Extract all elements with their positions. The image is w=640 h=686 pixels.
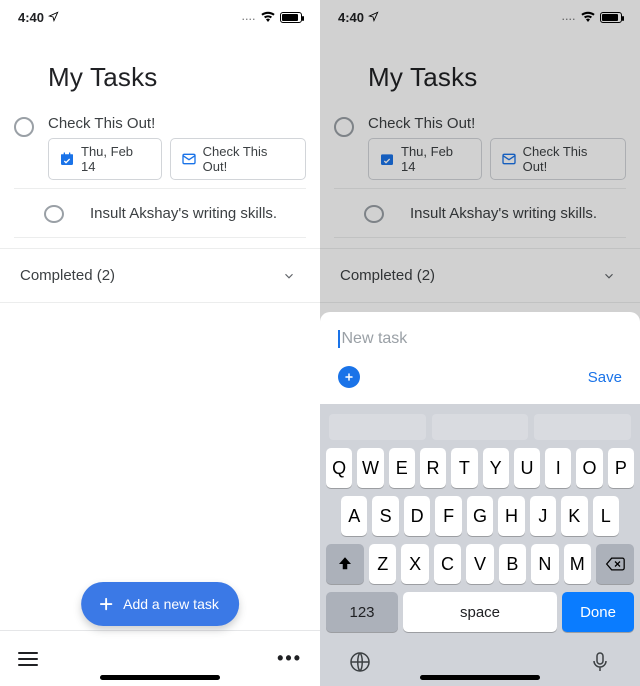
backspace-key[interactable] <box>596 544 634 584</box>
key-l[interactable]: L <box>593 496 619 536</box>
save-button[interactable]: Save <box>588 369 622 386</box>
key-z[interactable]: Z <box>369 544 396 584</box>
mail-icon <box>181 151 197 167</box>
page-title: My Tasks <box>0 28 320 103</box>
key-n[interactable]: N <box>531 544 558 584</box>
mic-icon[interactable] <box>588 650 612 674</box>
key-h[interactable]: H <box>498 496 524 536</box>
space-key[interactable]: space <box>403 592 557 632</box>
completed-label: Completed (2) <box>20 267 115 284</box>
home-indicator[interactable] <box>420 675 540 680</box>
shift-key[interactable] <box>326 544 364 584</box>
date-chip[interactable]: Thu, Feb 14 <box>48 138 162 180</box>
location-icon <box>48 10 59 25</box>
key-m[interactable]: M <box>564 544 591 584</box>
numbers-key[interactable]: 123 <box>326 592 398 632</box>
add-task-fab[interactable]: Add a new task <box>81 582 239 626</box>
key-f[interactable]: F <box>435 496 461 536</box>
date-chip-label: Thu, Feb 14 <box>81 144 151 174</box>
key-j[interactable]: J <box>530 496 556 536</box>
done-key[interactable]: Done <box>562 592 634 632</box>
key-u[interactable]: U <box>514 448 540 488</box>
task-title: Check This Out! <box>48 115 306 132</box>
completed-section[interactable]: Completed (2) <box>0 248 320 303</box>
key-r[interactable]: R <box>420 448 446 488</box>
key-x[interactable]: X <box>401 544 428 584</box>
key-o[interactable]: O <box>576 448 602 488</box>
key-w[interactable]: W <box>357 448 383 488</box>
subtask-title: Insult Akshay's writing skills. <box>90 205 277 222</box>
key-v[interactable]: V <box>466 544 493 584</box>
keyboard-suggestions <box>323 410 637 444</box>
new-task-sheet: Save QWERTYUIOP ASDFGHJKL ZXCVBNM <box>320 312 640 686</box>
wifi-icon <box>260 10 276 25</box>
add-details-button[interactable] <box>338 366 360 388</box>
battery-icon <box>280 12 302 23</box>
key-k[interactable]: K <box>561 496 587 536</box>
text-caret <box>338 330 340 348</box>
key-b[interactable]: B <box>499 544 526 584</box>
chevron-down-icon <box>282 269 296 283</box>
cell-signal-icon: .... <box>242 12 256 22</box>
key-s[interactable]: S <box>372 496 398 536</box>
keyboard: QWERTYUIOP ASDFGHJKL ZXCVBNM 123 space D… <box>320 404 640 638</box>
subtask-item[interactable]: Insult Akshay's writing skills. <box>14 189 306 238</box>
fab-label: Add a new task <box>123 596 219 612</box>
home-indicator[interactable] <box>100 675 220 680</box>
calendar-icon <box>59 151 75 167</box>
key-g[interactable]: G <box>467 496 493 536</box>
key-i[interactable]: I <box>545 448 571 488</box>
status-time: 4:40 <box>18 10 44 25</box>
key-t[interactable]: T <box>451 448 477 488</box>
menu-icon[interactable] <box>18 652 38 666</box>
key-y[interactable]: Y <box>483 448 509 488</box>
key-c[interactable]: C <box>434 544 461 584</box>
task-item[interactable]: Check This Out! Thu, Feb 14 <box>14 103 306 189</box>
globe-icon[interactable] <box>348 650 372 674</box>
task-checkbox[interactable] <box>14 117 34 137</box>
plus-icon <box>97 595 115 613</box>
more-icon[interactable]: ••• <box>277 648 302 669</box>
key-e[interactable]: E <box>389 448 415 488</box>
key-p[interactable]: P <box>608 448 634 488</box>
mail-chip-label: Check This Out! <box>203 144 295 174</box>
key-a[interactable]: A <box>341 496 367 536</box>
new-task-input[interactable] <box>342 330 602 348</box>
subtask-checkbox[interactable] <box>44 205 64 223</box>
key-q[interactable]: Q <box>326 448 352 488</box>
mail-chip[interactable]: Check This Out! <box>170 138 306 180</box>
status-bar: 4:40 .... <box>0 6 320 28</box>
key-d[interactable]: D <box>404 496 430 536</box>
